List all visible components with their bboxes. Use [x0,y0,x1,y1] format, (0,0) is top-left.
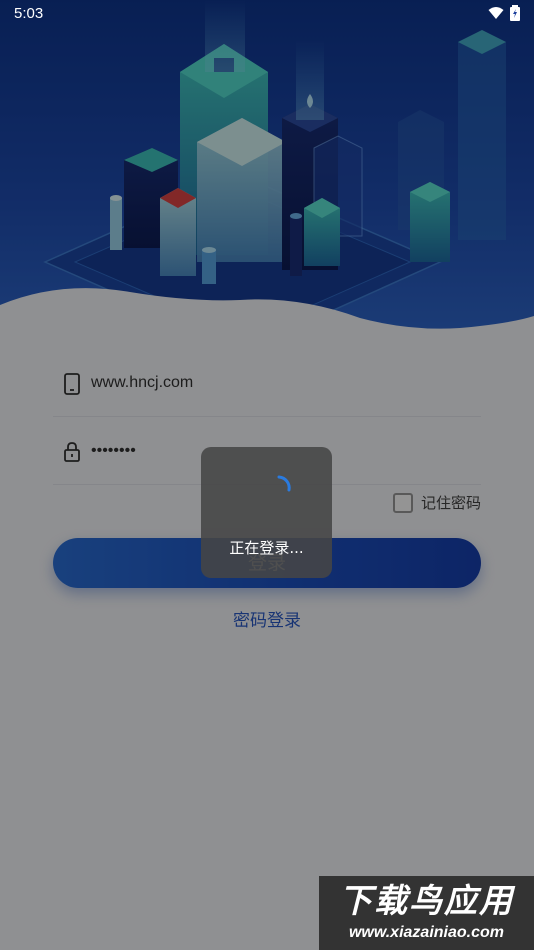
watermark-title: 下载鸟应用 [339,881,514,920]
status-bar: 5:03 [0,0,534,28]
watermark: 下载鸟应用 www.xiazainiao.com [319,876,534,950]
status-icons [488,5,520,21]
battery-charging-icon [510,5,520,21]
wifi-icon [488,7,504,19]
watermark-url: www.xiazainiao.com [348,924,504,941]
spinner-icon [277,475,291,492]
loading-text: 正在登录... [229,539,304,557]
loading-dialog: 正在登录... [201,447,332,578]
status-time: 5:03 [14,5,44,22]
